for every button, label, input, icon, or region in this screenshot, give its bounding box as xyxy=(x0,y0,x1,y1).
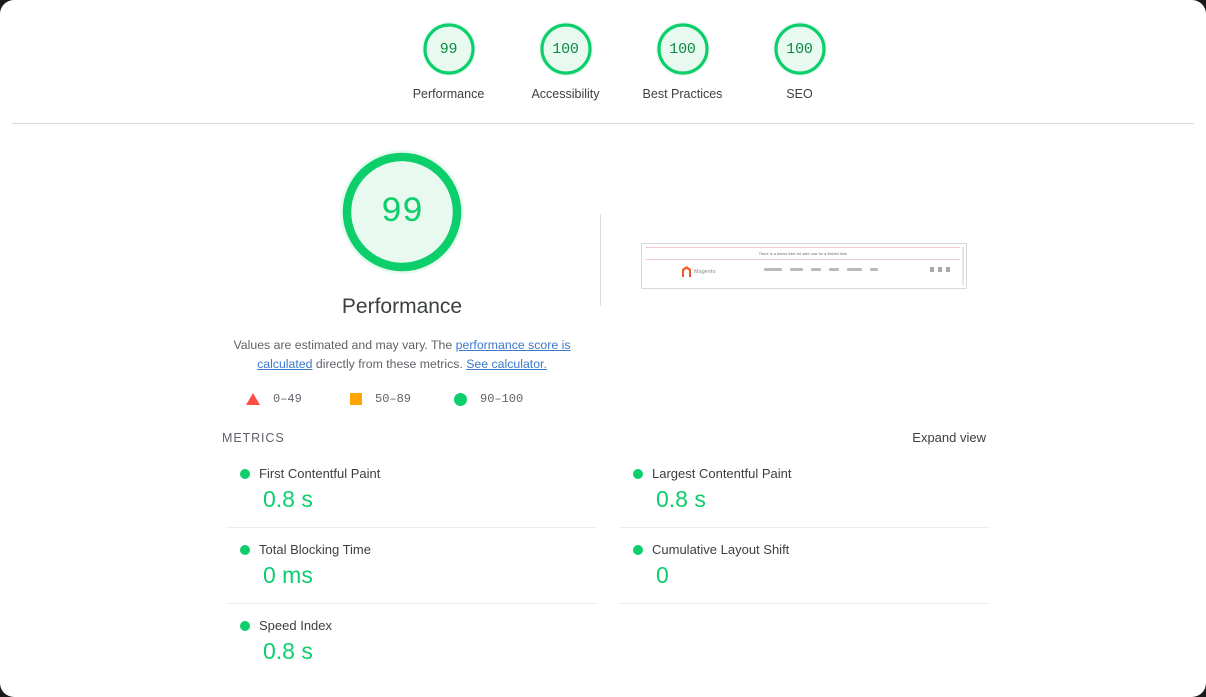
thumbnail-nav-item xyxy=(847,268,862,271)
metric-value: 0.8 s xyxy=(619,486,990,513)
thumbnail-nav-item xyxy=(870,268,878,271)
final-screenshot-thumbnail[interactable]: There is a bonus item for sale now for a… xyxy=(641,243,967,289)
legend-range-pass: 90–100 xyxy=(480,392,523,406)
metrics-column-left: First Contentful Paint 0.8 s Total Block… xyxy=(226,452,597,679)
score-gauge-performance[interactable]: 99 Performance xyxy=(390,22,507,101)
metric-speed-index[interactable]: Speed Index 0.8 s xyxy=(226,604,597,679)
mini-gauge-ring: 100 xyxy=(539,22,593,76)
performance-gauge[interactable]: 99 xyxy=(340,150,464,274)
status-pass-icon xyxy=(633,545,643,555)
thumbnail-banner-text: There is a bonus item for sale now for a… xyxy=(759,252,847,256)
score-summary-bar: 99 Performance 100 Accessibility xyxy=(0,0,1206,124)
metric-value: 0.8 s xyxy=(226,486,597,513)
metrics-header: METRICS Expand view xyxy=(222,430,986,445)
score-gauge-accessibility[interactable]: 100 Accessibility xyxy=(507,22,624,101)
legend-item-average: 50–89 xyxy=(350,392,454,406)
performance-description: Values are estimated and may vary. The p… xyxy=(230,336,575,374)
score-gauge-seo[interactable]: 100 SEO xyxy=(741,22,858,101)
performance-category-section: 99 Performance Values are estimated and … xyxy=(0,124,1206,697)
score-legend: 0–49 50–89 90–100 xyxy=(246,392,558,406)
mini-gauge-ring: 100 xyxy=(656,22,710,76)
status-pass-icon xyxy=(633,469,643,479)
legend-range-average: 50–89 xyxy=(375,392,411,406)
see-calculator-link[interactable]: See calculator. xyxy=(466,357,547,371)
status-pass-icon xyxy=(240,545,250,555)
search-icon xyxy=(930,267,934,272)
expand-view-toggle[interactable]: Expand view xyxy=(912,430,986,445)
metric-cumulative-layout-shift[interactable]: Cumulative Layout Shift 0 xyxy=(619,528,990,604)
performance-score: 99 xyxy=(381,192,423,232)
mini-gauge-ring: 100 xyxy=(773,22,827,76)
status-pass-icon xyxy=(240,469,250,479)
metric-label: First Contentful Paint xyxy=(259,466,380,481)
metrics-grid: First Contentful Paint 0.8 s Total Block… xyxy=(226,452,990,679)
lighthouse-report-viewport: 99 Performance 100 Accessibility xyxy=(0,0,1206,697)
legend-item-pass: 90–100 xyxy=(454,392,558,406)
cart-icon xyxy=(946,267,950,272)
score-gauge-best-practices[interactable]: 100 Best Practices xyxy=(624,22,741,101)
thumbnail-brand-logo: Magento xyxy=(682,266,716,277)
metric-header: First Contentful Paint xyxy=(226,466,597,481)
triangle-icon xyxy=(246,393,260,405)
metric-header: Largest Contentful Paint xyxy=(619,466,990,481)
square-icon xyxy=(350,393,362,405)
mini-gauge-label: Performance xyxy=(413,87,485,101)
thumbnail-nav-item xyxy=(790,268,803,271)
legend-range-fail: 0–49 xyxy=(273,392,302,406)
mini-gauge-ring: 99 xyxy=(422,22,476,76)
mini-gauge-label: Best Practices xyxy=(643,87,723,101)
score-gauge-row: 99 Performance 100 Accessibility xyxy=(390,22,858,101)
metric-label: Cumulative Layout Shift xyxy=(652,542,789,557)
performance-title: Performance xyxy=(342,295,462,319)
metric-first-contentful-paint[interactable]: First Contentful Paint 0.8 s xyxy=(226,452,597,528)
thumbnail-promo-banner: There is a bonus item for sale now for a… xyxy=(646,247,960,260)
thumbnail-nav-item xyxy=(811,268,821,271)
mini-gauge-score: 100 xyxy=(669,41,695,58)
metric-total-blocking-time[interactable]: Total Blocking Time 0 ms xyxy=(226,528,597,604)
mini-gauge-score: 100 xyxy=(552,41,578,58)
thumbnail-nav xyxy=(764,268,878,271)
metric-label: Total Blocking Time xyxy=(259,542,371,557)
metric-largest-contentful-paint[interactable]: Largest Contentful Paint 0.8 s xyxy=(619,452,990,528)
mini-gauge-score: 100 xyxy=(786,41,812,58)
thumbnail-brand-name: Magento xyxy=(694,269,716,275)
status-pass-icon xyxy=(240,621,250,631)
hero-thumbnail-divider xyxy=(600,214,601,306)
description-text-part1: Values are estimated and may vary. The xyxy=(234,338,456,352)
metric-header: Cumulative Layout Shift xyxy=(619,542,990,557)
performance-hero: 99 Performance Values are estimated and … xyxy=(222,150,582,406)
magento-logo-icon xyxy=(682,266,691,277)
metrics-column-right: Largest Contentful Paint 0.8 s Cumulativ… xyxy=(619,452,990,679)
mini-gauge-label: Accessibility xyxy=(531,87,599,101)
metrics-heading: METRICS xyxy=(222,431,285,445)
description-text-part2: directly from these metrics. xyxy=(312,357,466,371)
thumbnail-nav-item xyxy=(764,268,782,271)
metric-label: Largest Contentful Paint xyxy=(652,466,791,481)
metric-header: Speed Index xyxy=(226,618,597,633)
account-icon xyxy=(938,267,942,272)
metric-value: 0.8 s xyxy=(226,638,597,665)
metric-value: 0 xyxy=(619,562,990,589)
metric-value: 0 ms xyxy=(226,562,597,589)
thumbnail-scrollbar xyxy=(962,247,964,285)
circle-icon xyxy=(454,393,467,406)
mini-gauge-label: SEO xyxy=(786,87,812,101)
thumbnail-action-icons xyxy=(930,267,950,272)
metric-label: Speed Index xyxy=(259,618,332,633)
legend-item-fail: 0–49 xyxy=(246,392,350,406)
mini-gauge-score: 99 xyxy=(440,41,458,58)
metric-header: Total Blocking Time xyxy=(226,542,597,557)
thumbnail-nav-item xyxy=(829,268,839,271)
